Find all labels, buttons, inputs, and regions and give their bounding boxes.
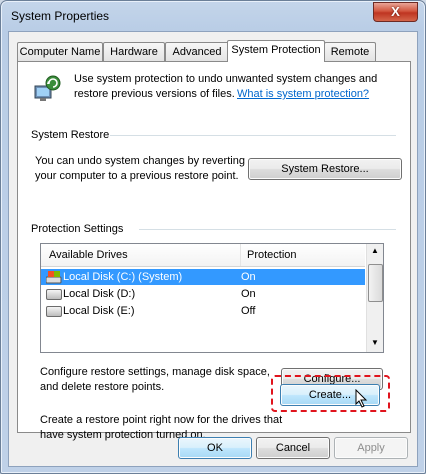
ok-button[interactable]: OK <box>178 437 252 459</box>
drive-protection-status: On <box>241 288 256 300</box>
system-drive-icon <box>46 271 62 284</box>
intro-text-line2: restore previous versions of files. <box>74 88 235 100</box>
drive-row-d[interactable]: Local Disk (D:) On <box>41 286 365 302</box>
dialog-client-area: Computer Name Hardware Advanced System P… <box>8 31 418 467</box>
system-restore-text-line1: You can undo system changes by reverting <box>35 155 245 167</box>
drive-icon <box>46 306 62 317</box>
column-available-drives[interactable]: Available Drives <box>49 249 128 261</box>
system-restore-heading: System Restore <box>31 129 110 141</box>
drive-name: Local Disk (C:) (System) <box>63 271 183 283</box>
tab-system-protection[interactable]: System Protection <box>227 40 325 62</box>
system-restore-button[interactable]: System Restore... <box>248 158 402 180</box>
mouse-pointer-icon <box>355 389 368 408</box>
drive-row-c[interactable]: Local Disk (C:) (System) On <box>41 269 365 285</box>
drives-list[interactable]: Available Drives Protection Local Disk (… <box>40 243 384 353</box>
drive-protection-status: On <box>241 271 256 283</box>
create-text-line1: Create a restore point right now for the… <box>40 414 283 426</box>
tab-computer-name[interactable]: Computer Name <box>17 42 103 61</box>
scrollbar-thumb[interactable] <box>368 264 383 302</box>
drive-icon <box>46 289 62 300</box>
window-title: System Properties <box>11 9 110 23</box>
system-restore-divider <box>110 135 396 136</box>
drive-row-e[interactable]: Local Disk (E:) Off <box>41 303 365 319</box>
drives-list-scrollbar[interactable]: ▲ ▼ <box>366 244 383 352</box>
column-divider <box>240 244 241 266</box>
close-button[interactable]: X <box>373 2 418 22</box>
scroll-down-icon[interactable]: ▼ <box>371 338 379 347</box>
drive-name: Local Disk (E:) <box>63 305 135 317</box>
configure-text-line2: and delete restore points. <box>40 381 165 393</box>
column-protection[interactable]: Protection <box>247 249 297 261</box>
apply-button[interactable]: Apply <box>334 437 408 459</box>
title-bar[interactable]: System Properties X <box>1 1 425 29</box>
drive-name: Local Disk (D:) <box>63 288 136 300</box>
tab-remote[interactable]: Remote <box>324 42 376 61</box>
tab-hardware[interactable]: Hardware <box>103 42 165 61</box>
tab-advanced[interactable]: Advanced <box>165 42 229 61</box>
scroll-up-icon[interactable]: ▲ <box>371 246 379 255</box>
drives-list-header: Available Drives Protection <box>41 244 365 267</box>
system-restore-text-line2: your computer to a previous restore poin… <box>35 170 239 182</box>
configure-text-line1: Configure restore settings, manage disk … <box>40 366 270 378</box>
close-icon: X <box>391 4 400 19</box>
protection-settings-heading: Protection Settings <box>31 223 124 235</box>
drive-protection-status: Off <box>241 305 256 317</box>
protection-settings-divider <box>139 229 396 230</box>
intro-text-line1: Use system protection to undo unwanted s… <box>74 73 378 85</box>
system-properties-window: System Properties X Computer Name Hardwa… <box>0 0 426 474</box>
system-protection-icon <box>34 75 61 101</box>
cancel-button[interactable]: Cancel <box>256 437 330 459</box>
what-is-system-protection-link[interactable]: What is system protection? <box>237 88 369 100</box>
